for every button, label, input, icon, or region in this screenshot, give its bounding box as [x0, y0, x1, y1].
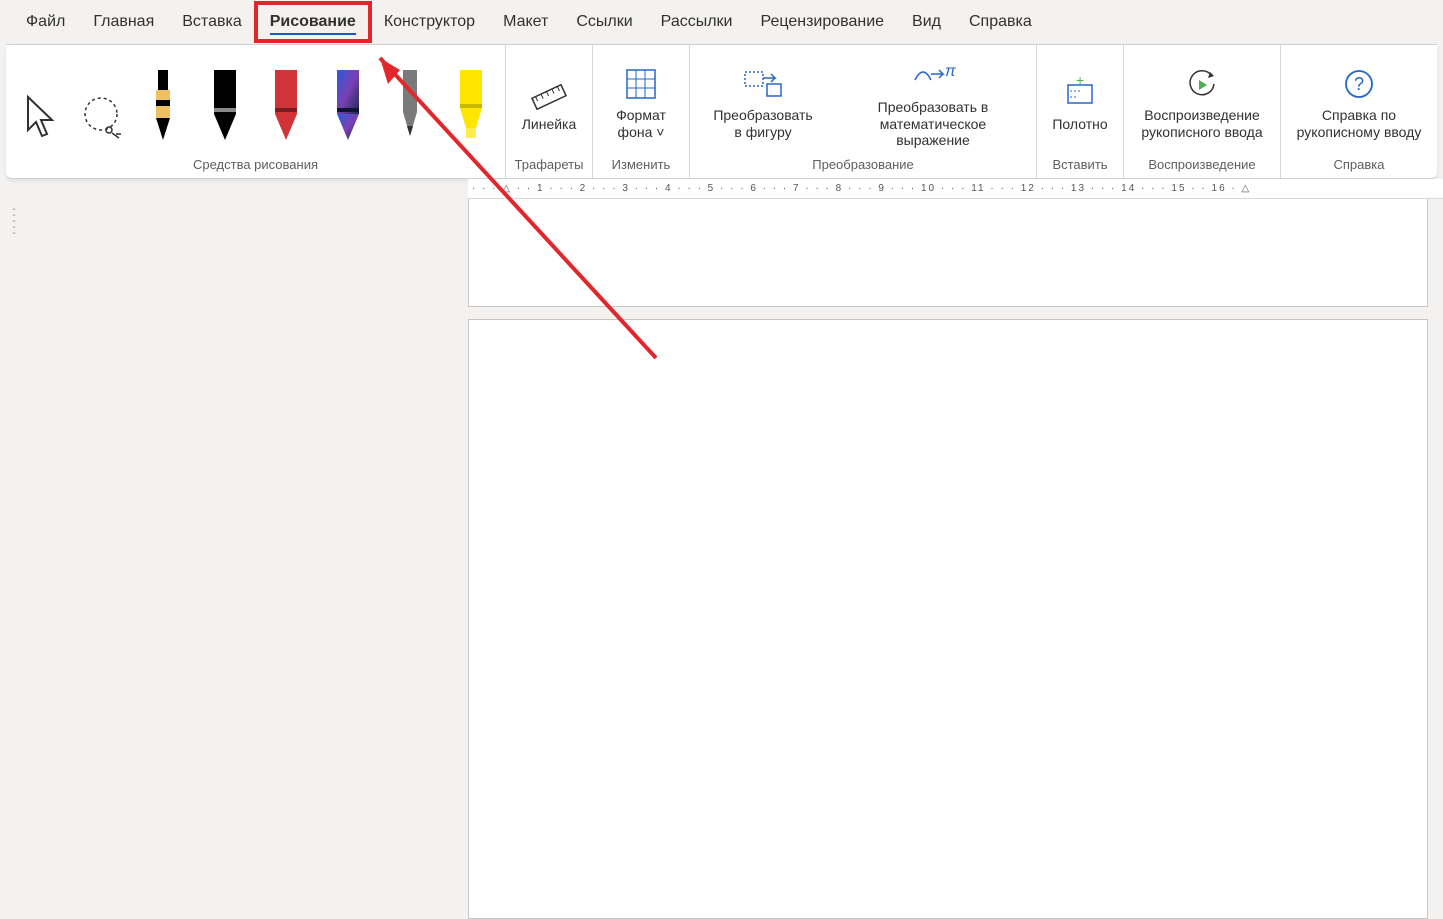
tab-file[interactable]: Файл — [12, 3, 79, 41]
svg-text:+: + — [1076, 75, 1084, 88]
document-area[interactable] — [28, 199, 1443, 592]
ink-to-shape-button[interactable]: Преобразоватьв фигуру — [698, 61, 828, 143]
tab-home[interactable]: Главная — [79, 3, 168, 41]
ink-replay-label: Воспроизведениерукописного ввода — [1141, 107, 1262, 141]
document-workspace: ----- — [0, 199, 1443, 592]
ruler-button[interactable]: Линейка — [514, 70, 584, 135]
canvas-icon: + — [1060, 72, 1100, 114]
pen-black-thick[interactable] — [199, 62, 251, 142]
pen-red[interactable] — [261, 62, 313, 142]
group-insert: + Полотно Вставить — [1037, 45, 1124, 178]
ruler-icon — [529, 72, 569, 114]
ribbon: Средства рисования — [6, 44, 1437, 179]
group-label-edit: Изменить — [601, 155, 681, 176]
tab-draw[interactable]: Рисование — [256, 3, 370, 41]
canvas-label: Полотно — [1052, 116, 1107, 133]
ribbon-tabs: Файл Главная Вставка Рисование Конструкт… — [0, 0, 1443, 44]
grid-icon — [623, 63, 659, 105]
group-label-stencils: Трафареты — [514, 155, 584, 176]
help-icon: ? — [1341, 63, 1377, 105]
lasso-tool[interactable] — [76, 62, 128, 142]
outline-gutter: ----- — [0, 199, 28, 592]
group-label-tools: Средства рисования — [14, 155, 497, 176]
highlighter-yellow[interactable] — [445, 62, 497, 142]
ink-to-math-label: Преобразовать вматематическое выражение — [844, 99, 1022, 149]
ink-help-label: Справка порукописному вводу — [1297, 107, 1422, 141]
tab-mailings[interactable]: Рассылки — [647, 3, 747, 41]
ink-to-math-icon: π — [909, 55, 957, 97]
group-stencils: Линейка Трафареты — [506, 45, 593, 178]
tab-design[interactable]: Конструктор — [370, 3, 489, 41]
tab-view[interactable]: Вид — [898, 3, 955, 41]
format-background-label: Формат фона ˅ — [607, 107, 675, 141]
pen-galaxy[interactable] — [322, 62, 374, 142]
group-label-convert: Преобразование — [698, 155, 1028, 176]
group-label-replay: Воспроизведение — [1132, 155, 1272, 176]
group-label-insert: Вставить — [1045, 155, 1115, 176]
select-tool[interactable] — [14, 62, 66, 142]
tab-layout[interactable]: Макет — [489, 3, 562, 41]
ink-to-math-button[interactable]: π Преобразовать вматематическое выражени… — [838, 53, 1028, 151]
ruler-label: Линейка — [522, 116, 577, 133]
group-edit: Формат фона ˅ Изменить — [593, 45, 690, 178]
format-background-button[interactable]: Формат фона ˅ — [601, 61, 681, 143]
ink-help-button[interactable]: ? Справка порукописному вводу — [1289, 61, 1429, 143]
page[interactable] — [468, 319, 1428, 919]
svg-text:?: ? — [1354, 74, 1364, 94]
ink-to-shape-icon — [741, 63, 785, 105]
group-drawing-tools: Средства рисования — [6, 45, 506, 178]
ink-to-shape-label: Преобразоватьв фигуру — [713, 107, 812, 141]
group-convert: Преобразоватьв фигуру π Преобразовать вм… — [690, 45, 1037, 178]
ink-replay-button[interactable]: Воспроизведениерукописного ввода — [1132, 61, 1272, 143]
group-replay: Воспроизведениерукописного ввода Воспрои… — [1124, 45, 1281, 178]
replay-icon — [1182, 63, 1222, 105]
group-help: ? Справка порукописному вводу Справка — [1281, 45, 1437, 178]
chevron-down-icon: ˅ — [656, 124, 664, 140]
group-label-help: Справка — [1289, 155, 1429, 176]
tab-review[interactable]: Рецензирование — [746, 3, 898, 41]
tab-references[interactable]: Ссылки — [562, 3, 646, 41]
svg-text:π: π — [945, 63, 956, 80]
pen-black[interactable] — [137, 62, 189, 142]
page-previous-bottom[interactable] — [468, 199, 1428, 307]
horizontal-ruler[interactable]: · · · △ · · 1 · · · 2 · · · 3 · · · 4 · … — [468, 179, 1443, 199]
tab-help[interactable]: Справка — [955, 3, 1046, 41]
tab-insert[interactable]: Вставка — [168, 3, 255, 41]
canvas-button[interactable]: + Полотно — [1045, 70, 1115, 135]
pencil-gray[interactable] — [384, 62, 436, 142]
